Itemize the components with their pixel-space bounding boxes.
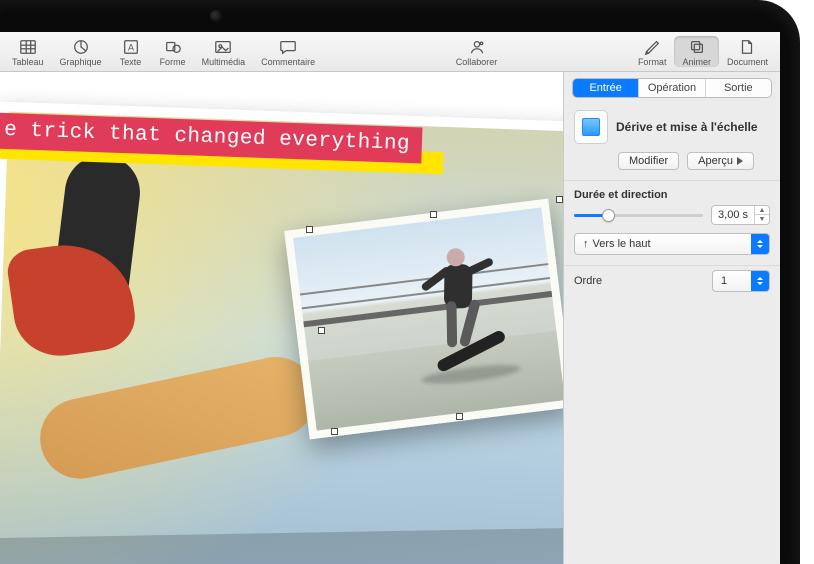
document-icon [738,38,756,56]
inspector-panel: Entrée Opération Sortie Dérive et mise à… [563,72,780,564]
toolbar-label: Tableau [12,57,44,67]
animation-tabs: Entrée Opération Sortie [572,78,772,98]
selection-handle[interactable] [456,413,463,420]
duration-section-label: Durée et direction [564,180,780,205]
app-window: Tableau Graphique A Texte Forme [0,32,780,564]
selected-photo[interactable] [284,199,563,440]
toolbar-label: Multimédia [202,57,246,67]
button-label: Aperçu [698,155,733,167]
tab-operation[interactable]: Opération [639,79,705,97]
duration-slider[interactable] [574,207,703,223]
toolbar-label: Graphique [60,57,102,67]
order-label: Ordre [574,275,602,287]
table-icon [19,38,37,56]
order-popup[interactable]: 1 [712,270,770,292]
toolbar-multimedia[interactable]: Multimédia [194,36,254,67]
direction-value: Vers le haut [593,238,651,250]
toolbar: Tableau Graphique A Texte Forme [0,32,780,72]
toolbar-label: Commentaire [261,57,315,67]
toolbar-tableau[interactable]: Tableau [4,36,52,67]
media-icon [214,38,232,56]
toolbar-graphique[interactable]: Graphique [52,36,110,67]
arrow-up-icon: ↑ [583,238,589,250]
selection-handle[interactable] [331,428,338,435]
selection-handle[interactable] [430,211,437,218]
play-icon [737,157,743,165]
toolbar-collaborer[interactable]: Collaborer [448,36,506,67]
format-icon [643,38,661,56]
tab-sortie[interactable]: Sortie [706,79,771,97]
selection-handle[interactable] [306,226,313,233]
toolbar-label: Document [727,57,768,67]
preview-effect-button[interactable]: Aperçu [687,152,754,170]
button-label: Modifier [629,155,668,167]
animate-icon [688,38,706,56]
toolbar-label: Collaborer [456,57,498,67]
toolbar-document[interactable]: Document [719,36,776,67]
slide-canvas[interactable]: e trick that changed everything [0,72,563,564]
toolbar-label: Forme [160,57,186,67]
camera-dot [210,10,222,22]
effect-thumbnail [574,110,608,144]
toolbar-forme[interactable]: Forme [152,36,194,67]
modify-effect-button[interactable]: Modifier [618,152,679,170]
toolbar-animer[interactable]: Animer [674,36,719,67]
duration-stepper[interactable]: ▲▼ [754,206,769,224]
duration-field[interactable]: 3,00 s ▲▼ [711,205,770,225]
chevron-updown-icon [751,271,769,291]
chart-icon [72,38,90,56]
comment-icon [279,38,297,56]
direction-popup[interactable]: ↑ Vers le haut [574,233,770,255]
toolbar-label: Animer [682,57,711,67]
toolbar-commentaire[interactable]: Commentaire [253,36,323,67]
collaborate-icon [468,38,486,56]
toolbar-label: Format [638,57,667,67]
laptop-bezel: Tableau Graphique A Texte Forme [0,0,800,564]
text-icon: A [122,38,140,56]
selection-handle[interactable] [556,196,563,203]
duration-value: 3,00 s [712,209,754,221]
order-value: 1 [721,275,727,287]
chevron-updown-icon [751,234,769,254]
toolbar-label: Texte [120,57,142,67]
toolbar-format[interactable]: Format [630,36,675,67]
effect-name: Dérive et mise à l'échelle [616,120,758,134]
svg-text:A: A [128,43,134,53]
selection-handle[interactable] [318,327,325,334]
tab-entree[interactable]: Entrée [573,79,639,97]
toolbar-texte[interactable]: A Texte [110,36,152,67]
shape-icon [164,38,182,56]
